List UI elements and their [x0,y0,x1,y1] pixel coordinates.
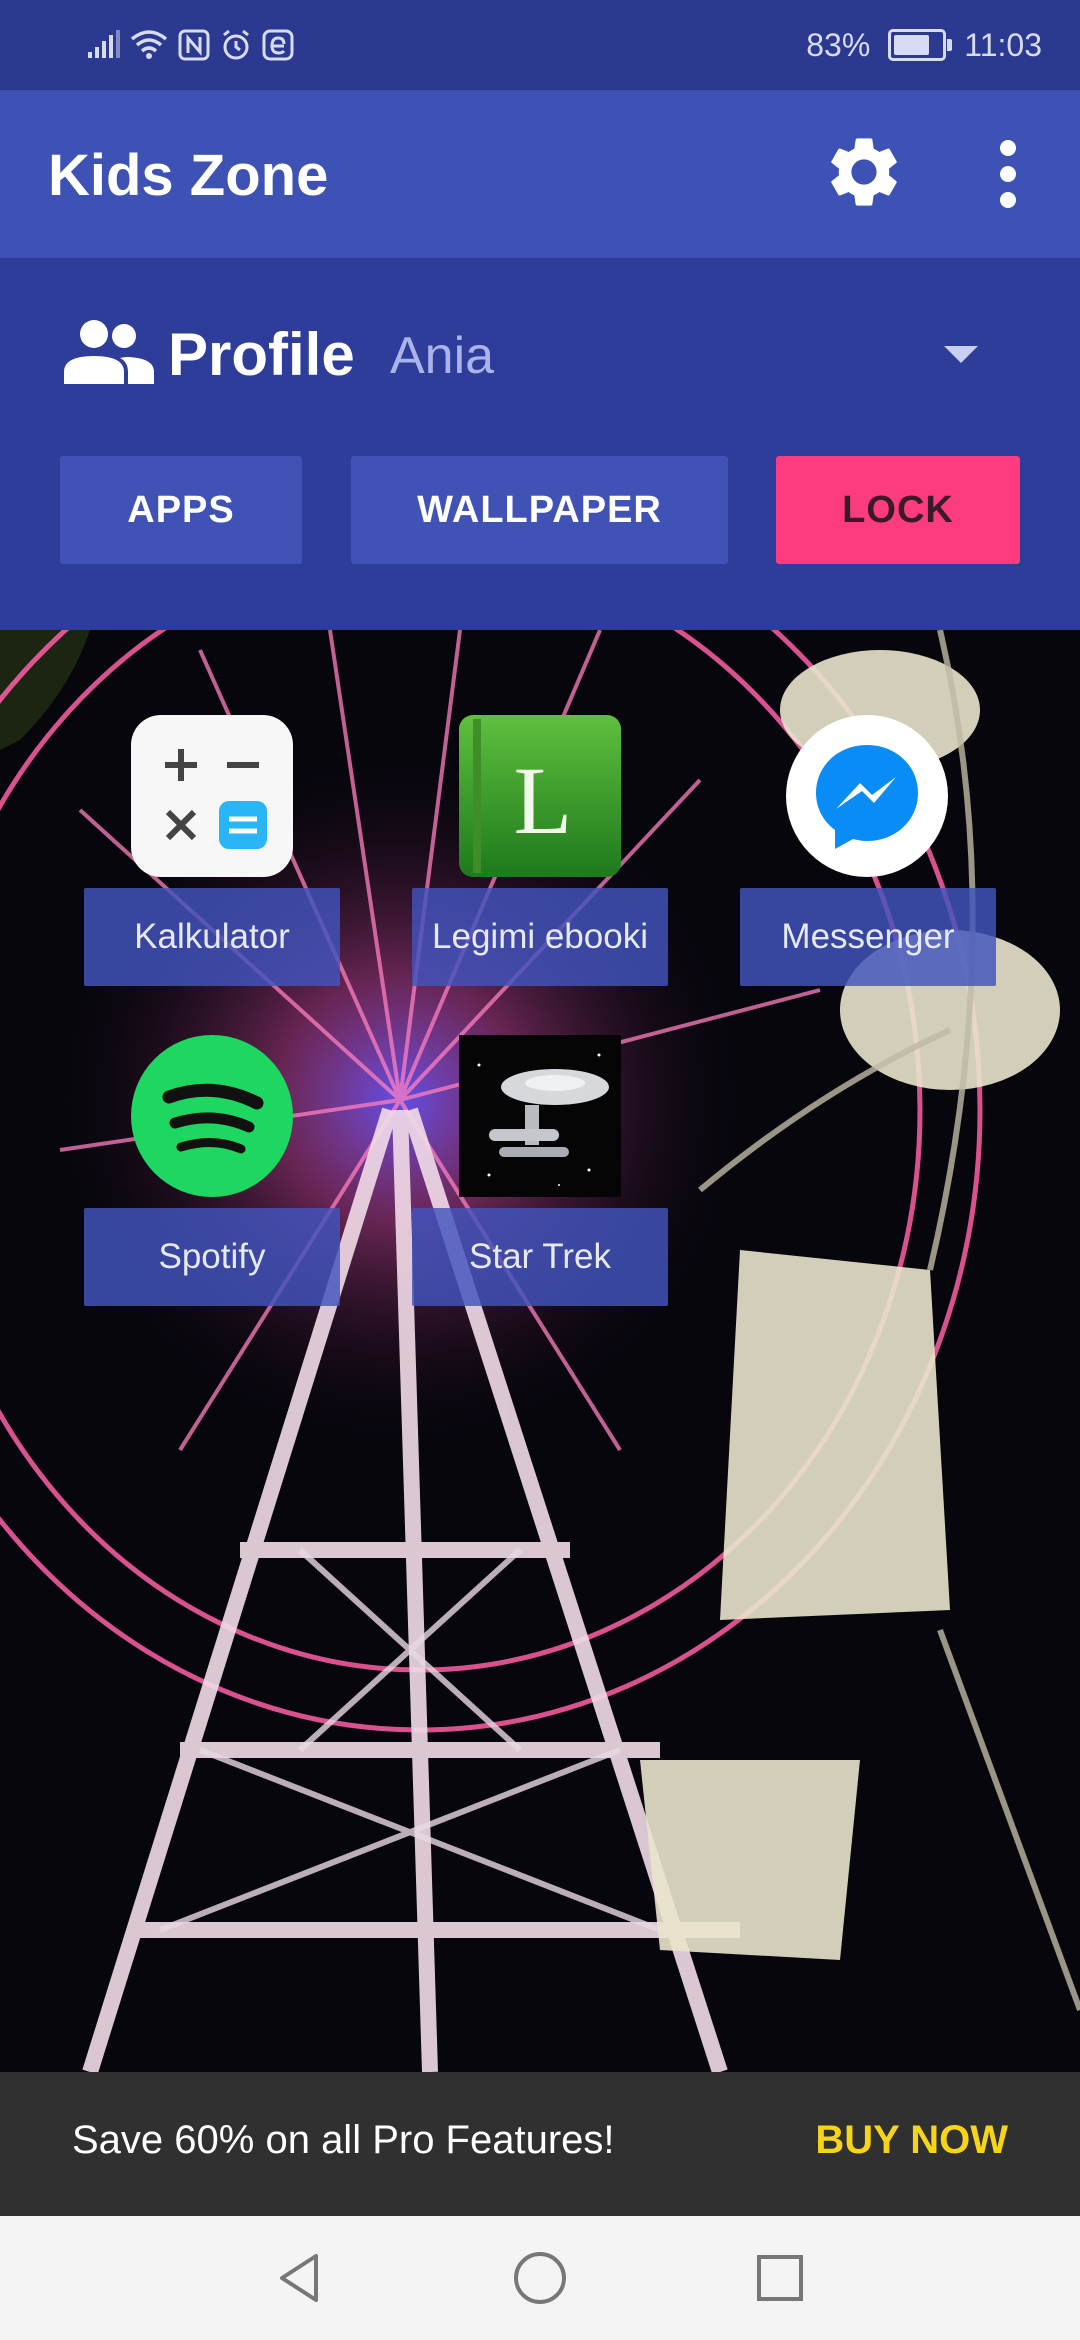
apps-button[interactable]: APPS [60,456,302,564]
svg-text:L: L [514,747,573,854]
chevron-down-icon[interactable] [944,346,978,363]
nfc-icon [178,29,210,61]
gear-icon[interactable] [822,130,906,214]
app-label-legimi[interactable]: Legimi ebooki [412,888,668,986]
app-title: Kids Zone [48,143,329,208]
profile-panel: Profile Ania APPS WALLPAPER LOCK [0,258,1080,630]
people-icon [64,320,154,384]
promo-text: Save 60% on all Pro Features! [72,2118,615,2162]
status-bar: 83% 11:03 [0,0,1080,90]
buy-now-button[interactable]: BUY NOW [815,2118,1008,2163]
battery-icon [888,29,953,61]
promo-banner: Save 60% on all Pro Features! BUY NOW [0,2072,1080,2216]
profile-select[interactable]: Ania [390,326,494,386]
lock-button[interactable]: LOCK [776,456,1020,564]
app-label-star-trek[interactable]: Star Trek [412,1208,668,1306]
battery-level [894,35,930,55]
star-trek-icon[interactable] [459,1035,621,1197]
wallpaper-area: L Kalkulator Legimi ebooki Messenger Spo… [0,630,1080,2072]
wifi-icon [130,30,168,59]
signal-icon [88,30,120,58]
calculator-icon[interactable] [131,715,293,877]
alarm-icon [223,29,249,60]
spotify-icon[interactable] [131,1035,293,1197]
battery-percent: 83% [806,26,871,63]
app-label-spotify[interactable]: Spotify [84,1208,340,1306]
status-icons-left [88,25,294,65]
recents-icon[interactable] [750,2248,810,2308]
app-bar: Kids Zone [0,90,1080,258]
messenger-icon[interactable] [786,715,948,877]
app-label-kalkulator[interactable]: Kalkulator [84,888,340,986]
back-icon[interactable] [270,2248,330,2308]
home-icon[interactable] [510,2248,570,2308]
app-label-messenger[interactable]: Messenger [740,888,996,986]
more-vert-icon[interactable] [990,134,1026,214]
wallpaper-button[interactable]: WALLPAPER [351,456,728,564]
clock: 11:03 [964,26,1042,63]
e-icon [262,29,294,61]
status-icons-right: 83% 11:03 [806,22,1042,68]
profile-label: Profile [168,321,355,388]
navigation-bar [0,2216,1080,2340]
legimi-icon[interactable]: L [459,715,621,877]
